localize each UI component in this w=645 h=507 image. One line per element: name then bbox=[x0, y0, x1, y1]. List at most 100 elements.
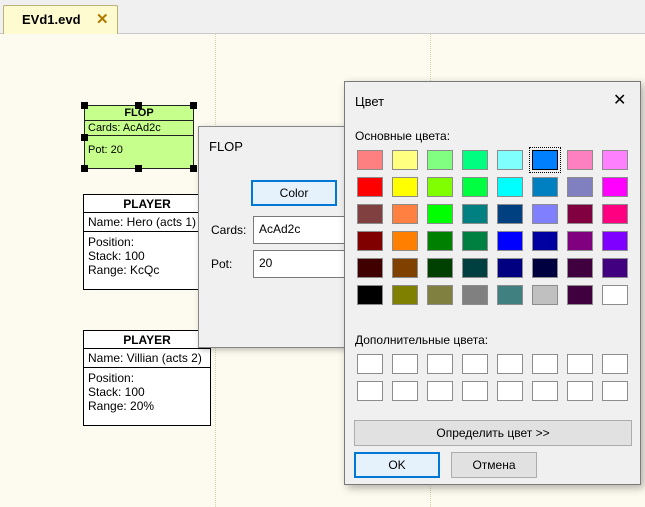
color-swatch[interactable] bbox=[602, 204, 628, 224]
color-swatch[interactable] bbox=[497, 231, 523, 251]
player-position: Position: bbox=[88, 371, 135, 385]
tab-evd1[interactable]: EVd1.evd ✕ bbox=[3, 5, 118, 35]
color-swatch[interactable] bbox=[462, 204, 488, 224]
custom-color-swatch[interactable] bbox=[462, 354, 488, 374]
custom-color-swatch[interactable] bbox=[462, 381, 488, 401]
resize-handle[interactable] bbox=[190, 165, 197, 172]
custom-color-swatch[interactable] bbox=[427, 354, 453, 374]
custom-color-swatch[interactable] bbox=[392, 381, 418, 401]
color-swatch[interactable] bbox=[357, 204, 383, 224]
color-swatch[interactable] bbox=[497, 150, 523, 170]
player-node-hero[interactable]: PLAYER Name: Hero (acts 1) Position: Sta… bbox=[83, 194, 211, 290]
close-icon[interactable]: ✕ bbox=[613, 90, 626, 110]
custom-colors-label: Дополнительные цвета: bbox=[355, 333, 489, 347]
color-swatch[interactable] bbox=[602, 285, 628, 305]
color-swatch[interactable] bbox=[392, 150, 418, 170]
custom-color-swatch[interactable] bbox=[532, 381, 558, 401]
flop-properties-dialog: FLOP Color Cards: AcAd2c Pot: 20 bbox=[198, 126, 363, 348]
color-swatch[interactable] bbox=[497, 285, 523, 305]
color-swatch[interactable] bbox=[392, 285, 418, 305]
color-swatch[interactable] bbox=[532, 231, 558, 251]
custom-color-swatch[interactable] bbox=[497, 354, 523, 374]
color-swatch[interactable] bbox=[497, 177, 523, 197]
custom-color-swatch[interactable] bbox=[567, 354, 593, 374]
color-swatch[interactable] bbox=[462, 258, 488, 278]
color-swatch[interactable] bbox=[567, 150, 593, 170]
resize-handle[interactable] bbox=[81, 102, 88, 109]
color-swatch[interactable] bbox=[357, 285, 383, 305]
tab-label: EVd1.evd bbox=[22, 12, 81, 27]
player-node-villian[interactable]: PLAYER Name: Villian (acts 2) Position: … bbox=[83, 330, 211, 426]
color-swatch[interactable] bbox=[392, 204, 418, 224]
color-swatch[interactable] bbox=[497, 204, 523, 224]
color-swatch[interactable] bbox=[427, 204, 453, 224]
color-swatch[interactable] bbox=[357, 177, 383, 197]
player-title: PLAYER bbox=[84, 331, 210, 349]
color-swatch[interactable] bbox=[357, 231, 383, 251]
custom-color-swatch[interactable] bbox=[357, 381, 383, 401]
custom-color-swatch[interactable] bbox=[602, 354, 628, 374]
color-swatch[interactable] bbox=[532, 204, 558, 224]
color-swatch[interactable] bbox=[392, 231, 418, 251]
color-swatch[interactable] bbox=[427, 177, 453, 197]
color-swatch[interactable] bbox=[602, 231, 628, 251]
color-swatch[interactable] bbox=[427, 258, 453, 278]
custom-color-swatch[interactable] bbox=[532, 354, 558, 374]
cards-label: Cards: bbox=[211, 223, 247, 237]
color-swatch[interactable] bbox=[529, 147, 561, 173]
custom-color-swatch[interactable] bbox=[497, 381, 523, 401]
color-dialog: Цвет ✕ Основные цвета: Дополнительные цв… bbox=[344, 81, 641, 485]
custom-colors-grid bbox=[357, 354, 637, 404]
color-swatch[interactable] bbox=[602, 177, 628, 197]
custom-color-swatch[interactable] bbox=[567, 381, 593, 401]
pot-label: Pot: bbox=[211, 257, 233, 271]
define-color-button[interactable]: Определить цвет >> bbox=[354, 420, 632, 446]
color-swatch[interactable] bbox=[532, 177, 558, 197]
color-dialog-title: Цвет bbox=[355, 94, 385, 109]
resize-handle[interactable] bbox=[81, 165, 88, 172]
color-button[interactable]: Color bbox=[251, 180, 337, 206]
color-swatch[interactable] bbox=[602, 150, 628, 170]
player-stack: Stack: 100 bbox=[88, 385, 145, 399]
color-swatch[interactable] bbox=[392, 258, 418, 278]
color-swatch[interactable] bbox=[427, 285, 453, 305]
color-swatch[interactable] bbox=[602, 258, 628, 278]
color-swatch[interactable] bbox=[427, 231, 453, 251]
custom-color-swatch[interactable] bbox=[357, 354, 383, 374]
color-swatch[interactable] bbox=[462, 231, 488, 251]
player-name: Name: Hero (acts 1) bbox=[84, 213, 210, 232]
color-swatch[interactable] bbox=[567, 258, 593, 278]
color-swatch[interactable] bbox=[392, 177, 418, 197]
cancel-button[interactable]: Отмена bbox=[451, 452, 537, 478]
custom-color-swatch[interactable] bbox=[427, 381, 453, 401]
resize-handle[interactable] bbox=[135, 165, 142, 172]
color-swatch[interactable] bbox=[567, 204, 593, 224]
color-swatch[interactable] bbox=[532, 285, 558, 305]
basic-colors-grid bbox=[357, 147, 637, 310]
color-swatch[interactable] bbox=[497, 258, 523, 278]
resize-handle[interactable] bbox=[81, 134, 88, 141]
color-swatch[interactable] bbox=[567, 231, 593, 251]
color-swatch[interactable] bbox=[357, 150, 383, 170]
resize-handle[interactable] bbox=[135, 102, 142, 109]
resize-handle[interactable] bbox=[190, 102, 197, 109]
color-swatch[interactable] bbox=[462, 285, 488, 305]
color-swatch[interactable] bbox=[532, 258, 558, 278]
flop-node[interactable]: FLOP Cards: AcAd2c Pot: 20 bbox=[84, 105, 194, 169]
custom-color-swatch[interactable] bbox=[392, 354, 418, 374]
player-stack: Stack: 100 bbox=[88, 249, 145, 263]
tab-close-icon[interactable]: ✕ bbox=[96, 10, 109, 28]
dialog-title: FLOP bbox=[209, 139, 243, 154]
color-swatch[interactable] bbox=[462, 177, 488, 197]
color-swatch[interactable] bbox=[462, 150, 488, 170]
flop-node-cards: Cards: AcAd2c bbox=[85, 121, 193, 136]
color-swatch[interactable] bbox=[567, 177, 593, 197]
color-swatch[interactable] bbox=[357, 258, 383, 278]
player-range: Range: 20% bbox=[88, 399, 155, 413]
player-range: Range: KcQc bbox=[88, 263, 160, 277]
color-swatch[interactable] bbox=[567, 285, 593, 305]
ok-button[interactable]: OK bbox=[354, 452, 440, 478]
flop-node-pot: Pot: 20 bbox=[88, 144, 123, 156]
color-swatch[interactable] bbox=[427, 150, 453, 170]
custom-color-swatch[interactable] bbox=[602, 381, 628, 401]
